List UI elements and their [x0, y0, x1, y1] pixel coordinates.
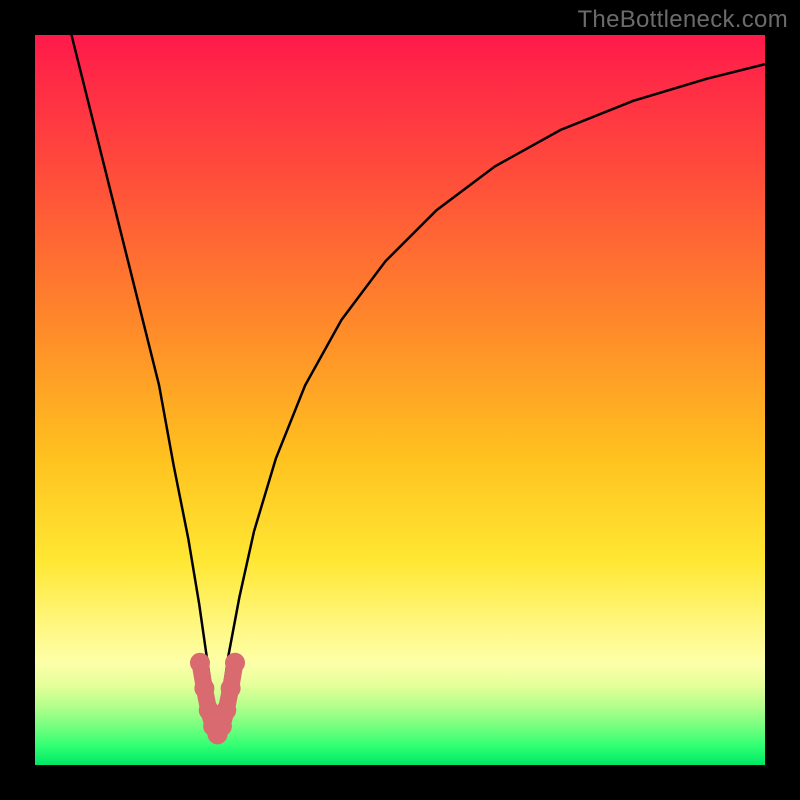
- chart-container: TheBottleneck.com: [0, 0, 800, 800]
- plot-background: [35, 35, 765, 765]
- bottleneck-chart: [0, 0, 800, 800]
- watermark-text: TheBottleneck.com: [577, 6, 788, 34]
